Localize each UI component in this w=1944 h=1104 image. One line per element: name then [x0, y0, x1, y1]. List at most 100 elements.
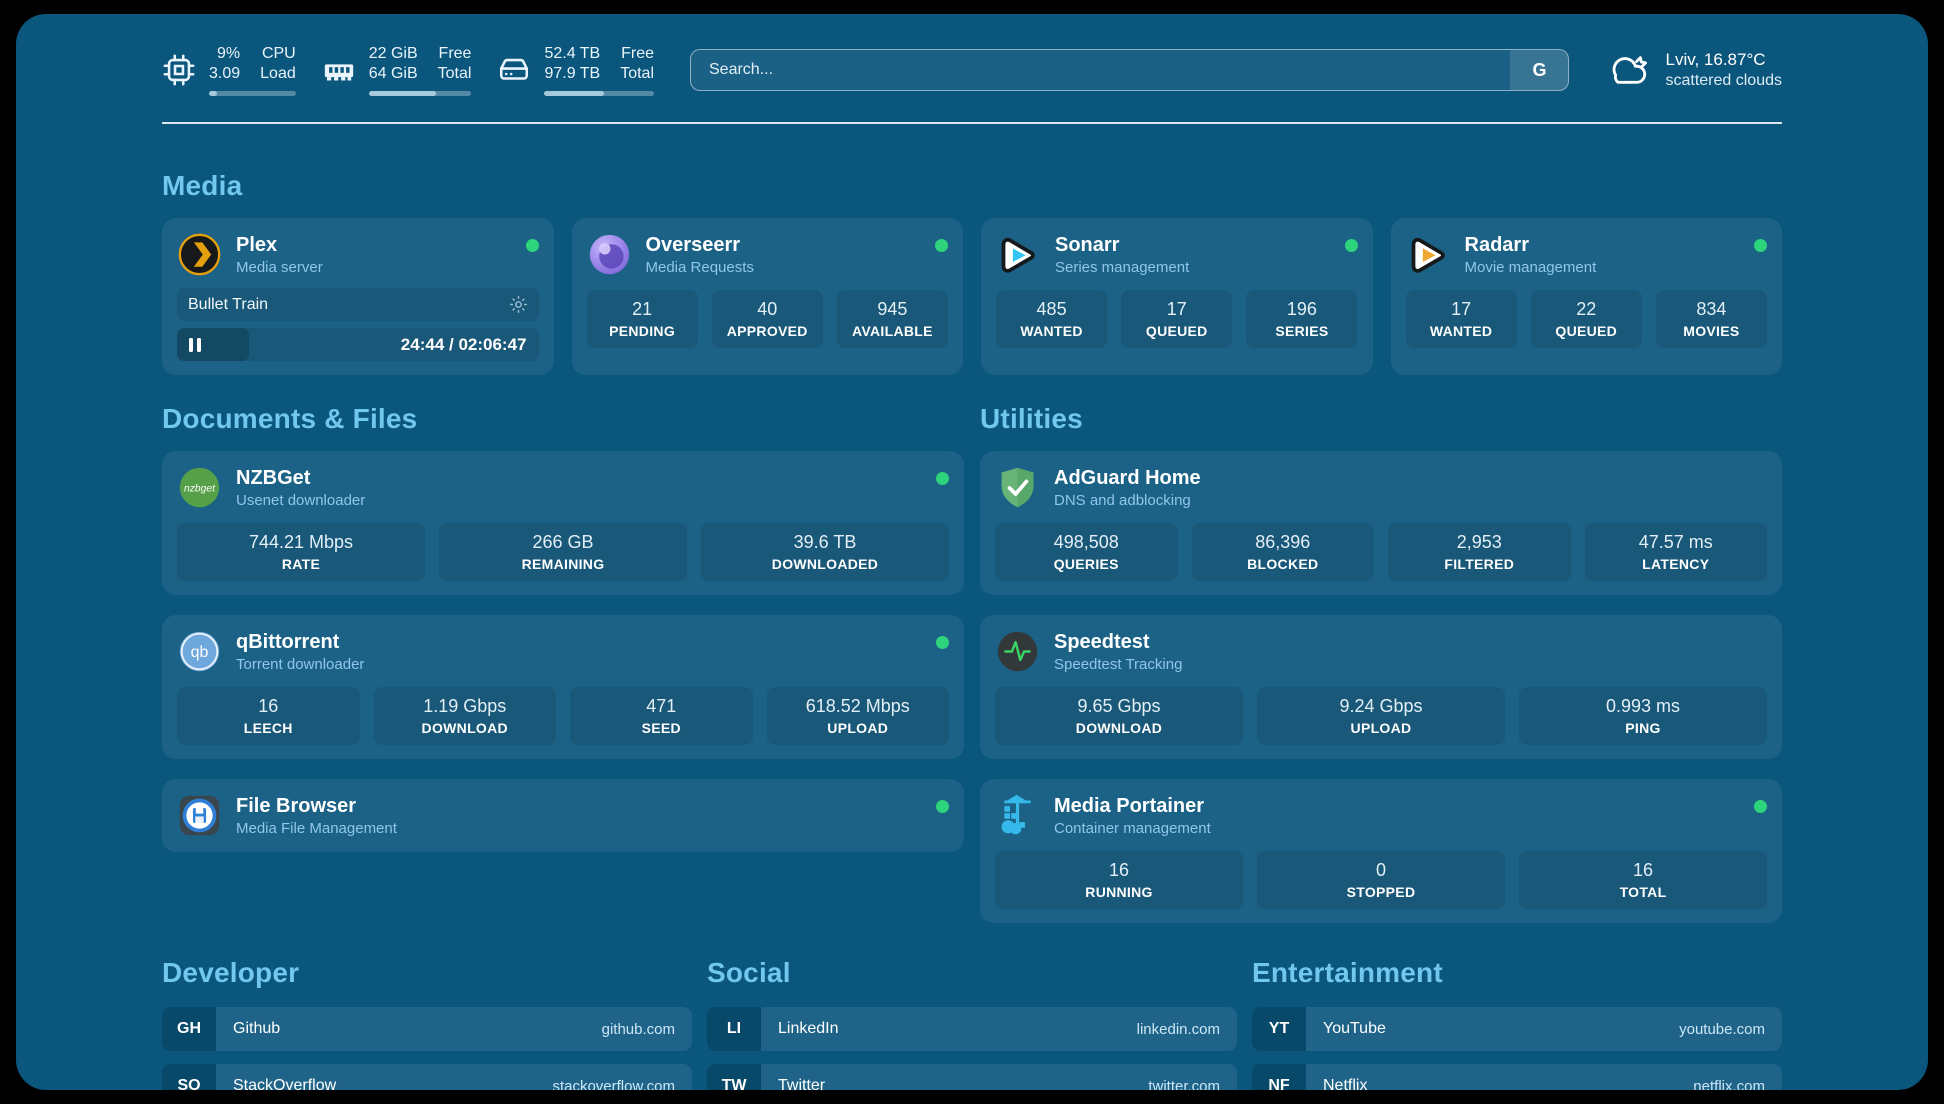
cpu-icon	[162, 53, 196, 87]
bookmark-twitter[interactable]: TW Twitter twitter.com	[707, 1064, 1237, 1090]
bookmark-abbr: LI	[707, 1007, 761, 1051]
app-description: Series management	[1055, 259, 1331, 276]
stat-tile: 1.19 Gbps DOWNLOAD	[374, 687, 557, 745]
now-playing-row: Bullet Train	[177, 288, 539, 321]
filebrowser-logo-icon	[177, 793, 222, 838]
bookmark-abbr: GH	[162, 1007, 216, 1051]
settings-gear-icon	[509, 295, 528, 314]
bookmark-netflix[interactable]: NF Netflix netflix.com	[1252, 1064, 1782, 1090]
app-title: qBittorrent	[236, 630, 922, 654]
utilities-column: Utilities AdGuard Home	[980, 395, 1782, 923]
hard-drive-icon	[497, 53, 531, 87]
stat-tile: 40 APPROVED	[712, 290, 823, 348]
app-title: Plex	[236, 233, 512, 257]
stat-tile: 9.65 Gbps DOWNLOAD	[995, 687, 1243, 745]
app-card-qbittorrent[interactable]: qb qBittorrent Torrent downloader 16 LEE…	[162, 615, 964, 759]
memory-free-label: Free	[439, 44, 472, 64]
stat-tile: 17 QUEUED	[1121, 290, 1232, 348]
disk-free-label: Free	[621, 44, 654, 64]
stat-tile: 2,953 FILTERED	[1388, 523, 1571, 581]
cloud-icon	[1605, 51, 1651, 89]
status-badge	[1754, 800, 1767, 813]
search-bar: G	[690, 49, 1569, 91]
app-card-portainer[interactable]: Media Portainer Container management 16 …	[980, 779, 1782, 923]
dashboard-page: 9% 3.09 CPU Load	[16, 14, 1928, 1090]
app-card-speedtest[interactable]: Speedtest Speedtest Tracking 9.65 Gbps D…	[980, 615, 1782, 759]
app-card-adguard[interactable]: AdGuard Home DNS and adblocking 498,508 …	[980, 451, 1782, 595]
bookmark-name: LinkedIn	[778, 1020, 839, 1038]
bookmark-linkedin[interactable]: LI LinkedIn linkedin.com	[707, 1007, 1237, 1051]
stat-tile: 17 WANTED	[1406, 290, 1517, 348]
pause-icon[interactable]	[189, 338, 201, 352]
adguard-logo-icon	[995, 465, 1040, 510]
search-input[interactable]	[691, 50, 1510, 90]
bookmark-youtube[interactable]: YT YouTube youtube.com	[1252, 1007, 1782, 1051]
search-engine-button[interactable]: G	[1510, 50, 1568, 90]
app-description: Media Requests	[646, 259, 922, 276]
app-card-overseerr[interactable]: Overseerr Media Requests 21 PENDING 40 A…	[572, 218, 964, 375]
weather-location-temperature: Lviv, 16.87°C	[1665, 49, 1782, 71]
stat-tile: 16 LEECH	[177, 687, 360, 745]
nzbget-logo-icon: nzbget	[177, 465, 222, 510]
app-card-filebrowser[interactable]: File Browser Media File Management	[162, 779, 964, 852]
disk-progress-bar	[544, 91, 654, 96]
documents-files-column: Documents & Files nzbget NZBGet U	[162, 395, 964, 852]
stat-tile: 196 SERIES	[1246, 290, 1357, 348]
bookmark-name: Twitter	[778, 1077, 825, 1090]
stat-tile: 471 SEED	[570, 687, 753, 745]
stat-tile: 16 RUNNING	[995, 851, 1243, 909]
stat-tile: 21 PENDING	[587, 290, 698, 348]
stat-tile: 0.993 ms PING	[1519, 687, 1767, 745]
app-title: Sonarr	[1055, 233, 1331, 257]
bookmark-stackoverflow[interactable]: SO StackOverflow stackoverflow.com	[162, 1064, 692, 1090]
bookmark-url: youtube.com	[1679, 1021, 1765, 1038]
stat-tile: 485 WANTED	[996, 290, 1107, 348]
bookmark-abbr: NF	[1252, 1064, 1306, 1090]
stat-tile: 945 AVAILABLE	[837, 290, 948, 348]
status-badge	[1754, 239, 1767, 252]
status-badge	[936, 800, 949, 813]
cpu-progress-bar	[209, 91, 296, 96]
memory-total-label: Total	[438, 64, 472, 84]
stat-tile: 498,508 QUERIES	[995, 523, 1178, 581]
bookmark-github[interactable]: GH Github github.com	[162, 1007, 692, 1051]
bookmark-name: StackOverflow	[233, 1077, 336, 1090]
bookmark-url: linkedin.com	[1137, 1021, 1220, 1038]
status-badge	[936, 472, 949, 485]
app-title: AdGuard Home	[1054, 466, 1767, 490]
entertainment-column: Entertainment YT YouTube youtube.com NF …	[1252, 957, 1782, 1090]
app-description: Torrent downloader	[236, 656, 922, 673]
app-card-radarr[interactable]: Radarr Movie management 17 WANTED 22 QUE…	[1391, 218, 1783, 375]
bookmark-url: github.com	[602, 1021, 675, 1038]
memory-progress-bar	[369, 91, 472, 96]
app-title: NZBGet	[236, 466, 922, 490]
radarr-logo-icon	[1406, 232, 1451, 277]
stat-tile: 22 QUEUED	[1531, 290, 1642, 348]
app-description: Movie management	[1465, 259, 1741, 276]
overseerr-logo-icon	[587, 232, 632, 277]
bookmark-abbr: TW	[707, 1064, 761, 1090]
cpu-load-value: 3.09	[209, 64, 240, 84]
playback-time: 24:44 / 02:06:47	[401, 335, 539, 355]
bookmark-url: twitter.com	[1148, 1078, 1220, 1091]
cpu-usage-label: CPU	[262, 44, 296, 64]
portainer-logo-icon	[995, 793, 1040, 838]
cpu-load-label: Load	[260, 64, 296, 84]
section-title-developer: Developer	[162, 957, 692, 989]
app-description: Usenet downloader	[236, 492, 922, 509]
stat-tile: 834 MOVIES	[1656, 290, 1767, 348]
memory-icon	[322, 53, 356, 87]
memory-free-value: 22 GiB	[369, 44, 418, 64]
stat-tile: 39.6 TB DOWNLOADED	[701, 523, 949, 581]
stat-tile: 47.57 ms LATENCY	[1585, 523, 1768, 581]
app-card-sonarr[interactable]: Sonarr Series management 485 WANTED 17 Q…	[981, 218, 1373, 375]
bookmark-abbr: SO	[162, 1064, 216, 1090]
app-card-nzbget[interactable]: nzbget NZBGet Usenet downloader 744.21 M…	[162, 451, 964, 595]
app-description: Media File Management	[236, 820, 922, 837]
qbittorrent-logo-icon: qb	[177, 629, 222, 674]
speedtest-logo-icon	[995, 629, 1040, 674]
app-card-plex[interactable]: Plex Media server Bullet Train 24:44 / 0…	[162, 218, 554, 375]
stat-tile: 86,396 BLOCKED	[1192, 523, 1375, 581]
stat-tile: 266 GB REMAINING	[439, 523, 687, 581]
plex-logo-icon	[177, 232, 222, 277]
